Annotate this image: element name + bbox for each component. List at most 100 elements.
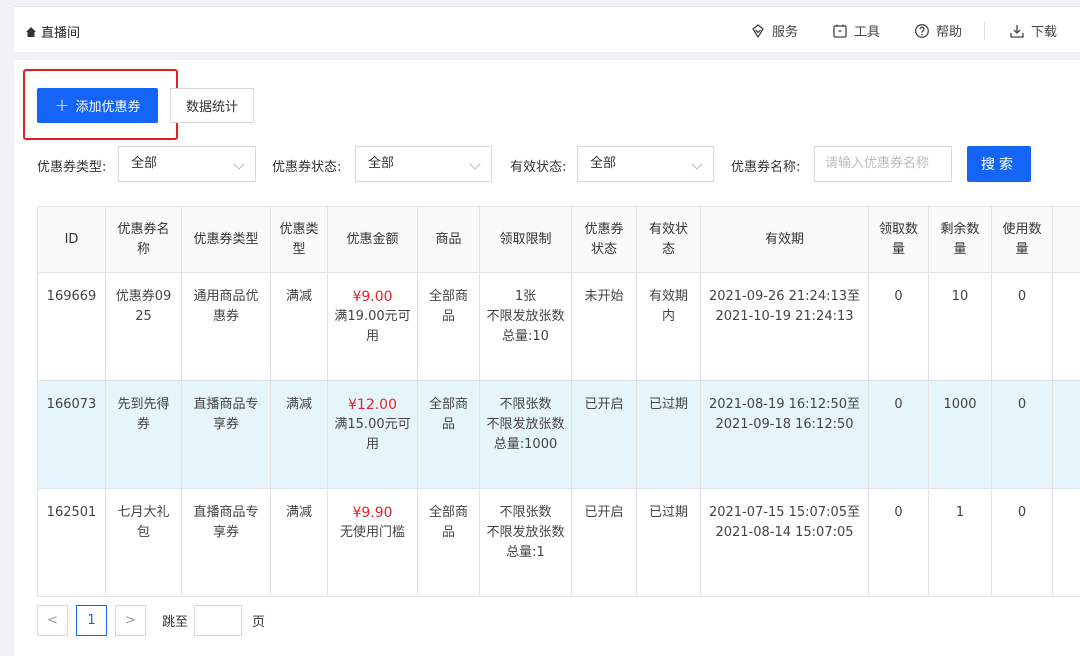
page-unit-label: 页 <box>252 615 266 630</box>
table-header-row: ID 优惠券名称 优惠券类型 优惠类型 优惠金额 商品 领取限制 优惠券状态 有… <box>37 206 1080 273</box>
limit-line: 不限发放张数 <box>486 525 565 540</box>
cell-amount: ¥9.00 满19.00元可用 <box>327 272 418 381</box>
cell-limit: 不限张数不限发放张数 总量:1 <box>479 488 572 597</box>
col-header: 剩余数量 <box>928 206 992 273</box>
coupon-type-label: 优惠券类型: <box>37 160 107 175</box>
table-row[interactable]: 169669 优惠券0925 通用商品优惠券 满减 ¥9.00 满19.00元可用… <box>37 272 1080 381</box>
nav-help-label: 帮助 <box>936 25 963 40</box>
cell-received: 0 <box>868 488 929 597</box>
filter-bar: 优惠券类型: 全部 优惠券状态: 全部 有效状态: 全部 优惠券名称: 请输入优… <box>14 146 1080 184</box>
prev-page-button[interactable]: < <box>37 605 68 636</box>
col-header: 优惠券状态 <box>571 206 637 273</box>
top-nav: 服务 工具 帮助 下载 <box>750 21 1080 40</box>
home-icon <box>26 26 36 37</box>
cell-used: 0 <box>991 272 1053 381</box>
breadcrumb[interactable]: 直播间 <box>26 22 80 41</box>
cell-limit: 1张不限发放张数 总量:10 <box>479 272 572 381</box>
amount-value: ¥9.00 <box>352 289 393 305</box>
cell-id: 169669 <box>37 272 106 381</box>
cell-valid: 已过期 <box>636 380 701 489</box>
cell-used: 0 <box>991 380 1053 489</box>
cell-type: 直播商品专享券 <box>181 380 271 489</box>
table-row[interactable]: 166073 先到先得券 直播商品专享券 满减 ¥12.00 满15.00元可用 … <box>37 380 1080 489</box>
cell-amount: ¥12.00 满15.00元可用 <box>327 380 418 489</box>
limit-line: 不限张数 <box>499 505 552 520</box>
cell-type: 通用商品优惠券 <box>181 272 271 381</box>
col-header: 优惠类型 <box>270 206 328 273</box>
cell-status: 已开启 <box>571 380 637 489</box>
cell-discount-type: 满减 <box>270 380 328 489</box>
coupon-name-input[interactable]: 请输入优惠券名称 <box>814 146 952 182</box>
col-header: 商品 <box>417 206 480 273</box>
add-coupon-button[interactable]: + 添加优惠券 <box>37 88 158 123</box>
limit-line: 不限发放张数 <box>486 309 565 324</box>
valid-status-select[interactable]: 全部 <box>577 146 714 182</box>
chevron-down-icon <box>691 158 703 170</box>
limit-line: 总量:1000 <box>493 437 558 452</box>
cell-goods: 全部商品 <box>417 272 480 381</box>
limit-line: 总量:10 <box>502 329 549 344</box>
nav-help[interactable]: 帮助 <box>914 21 962 40</box>
cell-valid: 有效期内 <box>636 272 701 381</box>
col-header: 领取限制 <box>479 206 572 273</box>
cell-goods: 全部商品 <box>417 380 480 489</box>
add-coupon-label: 添加优惠券 <box>75 100 141 115</box>
valid-status-value: 全部 <box>590 156 617 171</box>
coupon-type-value: 全部 <box>131 156 158 171</box>
amount-condition: 满19.00元可用 <box>334 309 411 344</box>
col-header: 领取数量 <box>868 206 929 273</box>
coupon-status-select[interactable]: 全部 <box>355 146 492 182</box>
limit-line: 总量:1 <box>506 545 545 560</box>
chevron-down-icon <box>233 158 245 170</box>
cell-extra <box>1052 272 1080 381</box>
nav-tools[interactable]: 工具 <box>832 21 880 40</box>
cell-amount: ¥9.90 无使用门槛 <box>327 488 418 597</box>
jump-label: 跳至 <box>162 615 189 630</box>
cell-remaining: 1000 <box>928 380 992 489</box>
coupon-panel: + 添加优惠券 数据统计 优惠券类型: 全部 优惠券状态: 全部 有效状态: 全… <box>14 60 1080 656</box>
chevron-down-icon <box>469 158 481 170</box>
cell-remaining: 10 <box>928 272 992 381</box>
jump-page-input[interactable] <box>194 605 243 636</box>
page-1-button[interactable]: 1 <box>76 605 107 636</box>
col-header: 有效状态 <box>636 206 701 273</box>
next-page-button[interactable]: > <box>115 605 146 636</box>
plus-icon: + <box>54 94 70 116</box>
nav-divider <box>984 21 986 40</box>
nav-download[interactable]: 下载 <box>1009 21 1057 40</box>
data-stats-button[interactable]: 数据统计 <box>170 88 254 123</box>
limit-line: 1张 <box>514 289 537 304</box>
cell-received: 0 <box>868 380 929 489</box>
col-header: 优惠券类型 <box>181 206 271 273</box>
cell-status: 已开启 <box>571 488 637 597</box>
download-icon <box>1010 24 1024 38</box>
amount-value: ¥9.90 <box>352 505 393 521</box>
col-header <box>1052 206 1080 273</box>
coupon-name-label: 优惠券名称: <box>731 160 801 175</box>
coupon-type-select[interactable]: 全部 <box>118 146 256 182</box>
cell-discount-type: 满减 <box>270 488 328 597</box>
nav-service[interactable]: 服务 <box>750 21 798 40</box>
cell-extra <box>1052 380 1080 489</box>
cell-period: 2021-09-26 21:24:13至2021-10-19 21:24:13 <box>700 272 869 381</box>
coupon-table: ID 优惠券名称 优惠券类型 优惠类型 优惠金额 商品 领取限制 优惠券状态 有… <box>37 206 1080 597</box>
search-button[interactable]: 搜索 <box>967 146 1031 182</box>
cell-extra <box>1052 488 1080 597</box>
col-header: 有效期 <box>700 206 869 273</box>
top-bar: 直播间 服务 工具 帮助 下载 <box>14 6 1080 52</box>
cell-name: 先到先得券 <box>105 380 182 489</box>
cell-id: 166073 <box>37 380 106 489</box>
coupon-name-placeholder: 请输入优惠券名称 <box>825 156 930 171</box>
col-header: 优惠券名称 <box>105 206 182 273</box>
cell-status: 未开始 <box>571 272 637 381</box>
breadcrumb-label: 直播间 <box>41 26 81 41</box>
cell-received: 0 <box>868 272 929 381</box>
nav-download-label: 下载 <box>1031 25 1058 40</box>
cell-period: 2021-07-15 15:07:05至2021-08-14 15:07:05 <box>700 488 869 597</box>
table-row[interactable]: 162501 七月大礼包 直播商品专享券 满减 ¥9.90 无使用门槛 全部商品 … <box>37 488 1080 597</box>
nav-tools-label: 工具 <box>854 25 881 40</box>
cell-type: 直播商品专享券 <box>181 488 271 597</box>
col-header: 使用数量 <box>991 206 1053 273</box>
amount-value: ¥12.00 <box>348 397 397 413</box>
cell-name: 优惠券0925 <box>105 272 182 381</box>
